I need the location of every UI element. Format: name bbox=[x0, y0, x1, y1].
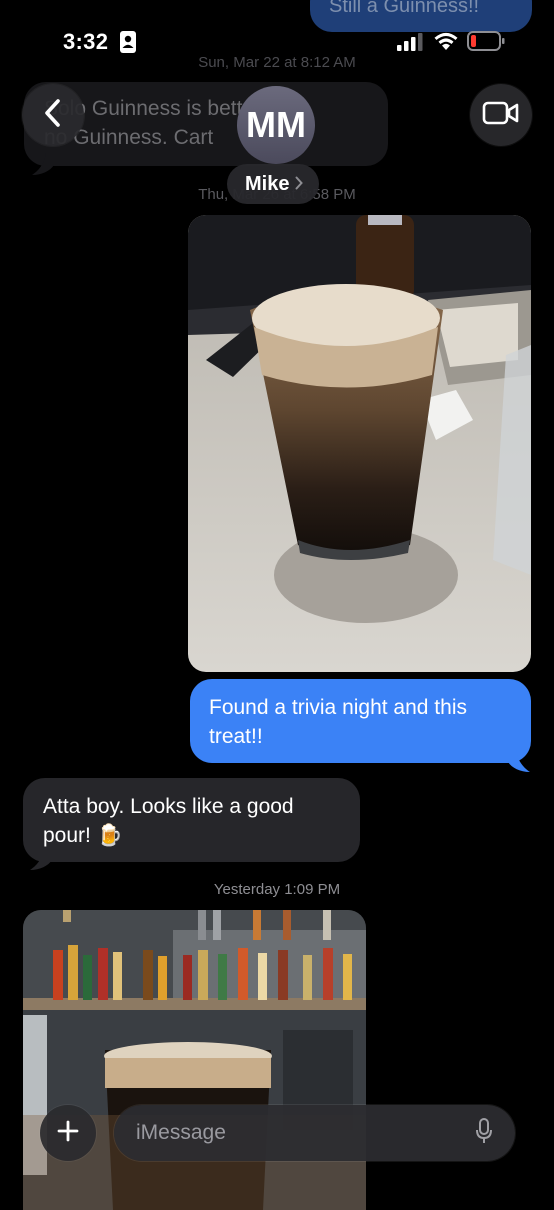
plus-icon bbox=[57, 1120, 79, 1147]
outgoing-message[interactable]: Found a trivia night and this treat!! bbox=[190, 679, 531, 763]
signal-icon bbox=[397, 33, 423, 56]
photo-attachment-guinness-pint[interactable] bbox=[188, 215, 531, 672]
back-chevron-icon bbox=[42, 98, 64, 133]
contact-name: Mike bbox=[245, 172, 290, 195]
status-bar: 3:32 bbox=[0, 0, 554, 70]
message-input-placeholder: iMessage bbox=[136, 1121, 226, 1144]
facetime-video-button[interactable] bbox=[470, 84, 532, 146]
guinness-pint-photo bbox=[188, 215, 531, 672]
message-input[interactable]: iMessage bbox=[114, 1105, 515, 1161]
bar-pint-photo bbox=[23, 910, 366, 1210]
wifi-icon bbox=[433, 31, 459, 56]
avatar-initials: MM bbox=[246, 104, 306, 145]
video-camera-icon bbox=[482, 101, 520, 130]
status-time: 3:32 bbox=[63, 29, 109, 54]
timestamp: Yesterday 1:09 PM bbox=[213, 881, 341, 898]
microphone-icon[interactable] bbox=[475, 1117, 493, 1150]
battery-icon bbox=[467, 31, 505, 56]
incoming-message[interactable]: Atta boy. Looks like a good pour! 🍺 bbox=[23, 778, 360, 862]
add-attachment-button[interactable] bbox=[40, 1105, 96, 1161]
contact-name-button[interactable]: Mike bbox=[227, 164, 320, 204]
contact-avatar[interactable]: MM bbox=[237, 86, 315, 164]
contact-card-icon bbox=[119, 30, 137, 59]
photo-attachment-bar-pint[interactable] bbox=[23, 910, 366, 1210]
chevron-right-icon bbox=[295, 173, 304, 196]
back-button[interactable] bbox=[22, 84, 84, 146]
